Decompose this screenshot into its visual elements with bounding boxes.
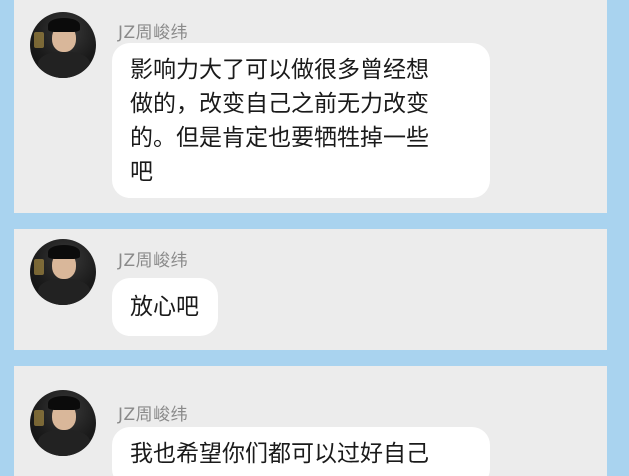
sender-name: JZ周峻纬 bbox=[118, 23, 189, 43]
message-line: 做的，改变自己之前无力改变 bbox=[130, 91, 429, 117]
avatar[interactable] bbox=[30, 390, 96, 456]
message-line: 我也希望你们都可以过好自己 bbox=[130, 441, 429, 467]
message-line: 影响力大了可以做很多曾经想 bbox=[130, 57, 429, 83]
avatar[interactable] bbox=[30, 12, 96, 78]
sender-name: JZ周峻纬 bbox=[118, 251, 189, 271]
message-line: 放心吧 bbox=[130, 294, 199, 320]
message-bubble[interactable]: 放心吧 bbox=[112, 278, 218, 336]
message-line: 吧 bbox=[130, 159, 153, 185]
message-line: 的。但是肯定也要牺牲掉一些 bbox=[130, 125, 429, 151]
avatar[interactable] bbox=[30, 239, 96, 305]
message-card: JZ周峻纬 放心吧 bbox=[14, 229, 607, 350]
message-card: JZ周峻纬 我也希望你们都可以过好自己 bbox=[14, 366, 607, 476]
message-bubble[interactable]: 我也希望你们都可以过好自己 bbox=[112, 427, 490, 476]
message-bubble[interactable]: 影响力大了可以做很多曾经想 做的，改变自己之前无力改变 的。但是肯定也要牺牲掉一… bbox=[112, 43, 490, 198]
sender-name: JZ周峻纬 bbox=[118, 405, 189, 425]
message-card: JZ周峻纬 影响力大了可以做很多曾经想 做的，改变自己之前无力改变 的。但是肯定… bbox=[14, 0, 607, 213]
